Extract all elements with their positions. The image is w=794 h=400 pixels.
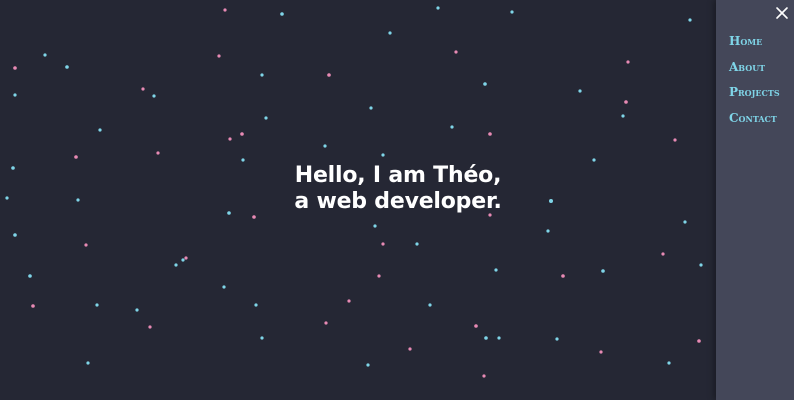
- particle: [626, 60, 630, 64]
- particle: [240, 132, 244, 136]
- particle: [561, 274, 565, 278]
- particle: [510, 10, 514, 14]
- particle: [578, 89, 582, 93]
- particle: [661, 252, 665, 256]
- particle: [217, 54, 221, 58]
- particle: [13, 93, 17, 97]
- hero-heading: Hello, I am Théo, a web developer.: [0, 163, 794, 215]
- particle: [347, 299, 351, 303]
- particle: [43, 53, 47, 57]
- particle: [95, 303, 99, 307]
- nav-item-home[interactable]: Home: [729, 33, 780, 59]
- particle: [141, 87, 145, 91]
- particle: [381, 242, 385, 246]
- particle: [688, 18, 692, 22]
- particle: [223, 8, 227, 12]
- particle: [184, 256, 188, 260]
- particle: [13, 233, 17, 237]
- particle: [280, 12, 284, 16]
- particle: [624, 100, 628, 104]
- particle: [369, 106, 373, 110]
- particle: [373, 224, 377, 228]
- particle: [152, 94, 156, 98]
- side-menu-nav: Home About Projects Contact: [729, 33, 780, 135]
- particle: [388, 31, 392, 35]
- particle: [86, 361, 90, 365]
- particle: [474, 324, 478, 328]
- particle: [74, 155, 78, 159]
- particle: [497, 336, 501, 340]
- nav-item-contact[interactable]: Contact: [729, 110, 780, 136]
- nav-item-about[interactable]: About: [729, 59, 780, 85]
- particle: [415, 242, 419, 246]
- particle: [428, 303, 432, 307]
- particle: [697, 339, 701, 343]
- particle: [324, 321, 328, 325]
- particle: [260, 73, 264, 77]
- particle: [135, 308, 139, 312]
- particle: [450, 125, 454, 129]
- particle: [673, 138, 677, 142]
- particle: [555, 337, 559, 341]
- particle: [98, 128, 102, 132]
- particle: [381, 153, 385, 157]
- particle: [28, 274, 32, 278]
- particle: [252, 215, 256, 219]
- particle: [377, 274, 381, 278]
- particle: [13, 66, 17, 70]
- particle: [488, 132, 492, 136]
- particle: [454, 50, 458, 54]
- particle: [174, 263, 178, 267]
- close-icon[interactable]: [775, 6, 789, 20]
- particle: [546, 229, 550, 233]
- particle: [241, 158, 245, 162]
- particle: [683, 220, 687, 224]
- particle: [148, 325, 152, 329]
- particle: [436, 6, 440, 10]
- particle: [408, 347, 412, 351]
- particle: [482, 374, 486, 378]
- particle: [84, 243, 88, 247]
- particle: [494, 268, 498, 272]
- hero-line-1: Hello, I am Théo,: [294, 163, 502, 188]
- hero-line-2: a web developer.: [294, 189, 502, 214]
- particle: [483, 82, 487, 86]
- particle: [181, 258, 185, 262]
- particle: [31, 304, 35, 308]
- particle: [65, 65, 69, 69]
- particle: [228, 137, 232, 141]
- particle: [260, 336, 264, 340]
- particle: [327, 73, 331, 77]
- particle: [621, 114, 625, 118]
- particle: [592, 158, 596, 162]
- particle: [366, 363, 370, 367]
- page: Hello, I am Théo, a web developer. Home …: [0, 0, 794, 400]
- particle: [699, 263, 703, 267]
- particle: [599, 350, 603, 354]
- particle: [667, 361, 671, 365]
- particle: [323, 144, 327, 148]
- nav-item-projects[interactable]: Projects: [729, 84, 780, 110]
- particle: [222, 285, 226, 289]
- particle: [254, 303, 258, 307]
- particle: [264, 116, 268, 120]
- particle: [601, 269, 605, 273]
- particle: [484, 336, 488, 340]
- particle: [156, 151, 160, 155]
